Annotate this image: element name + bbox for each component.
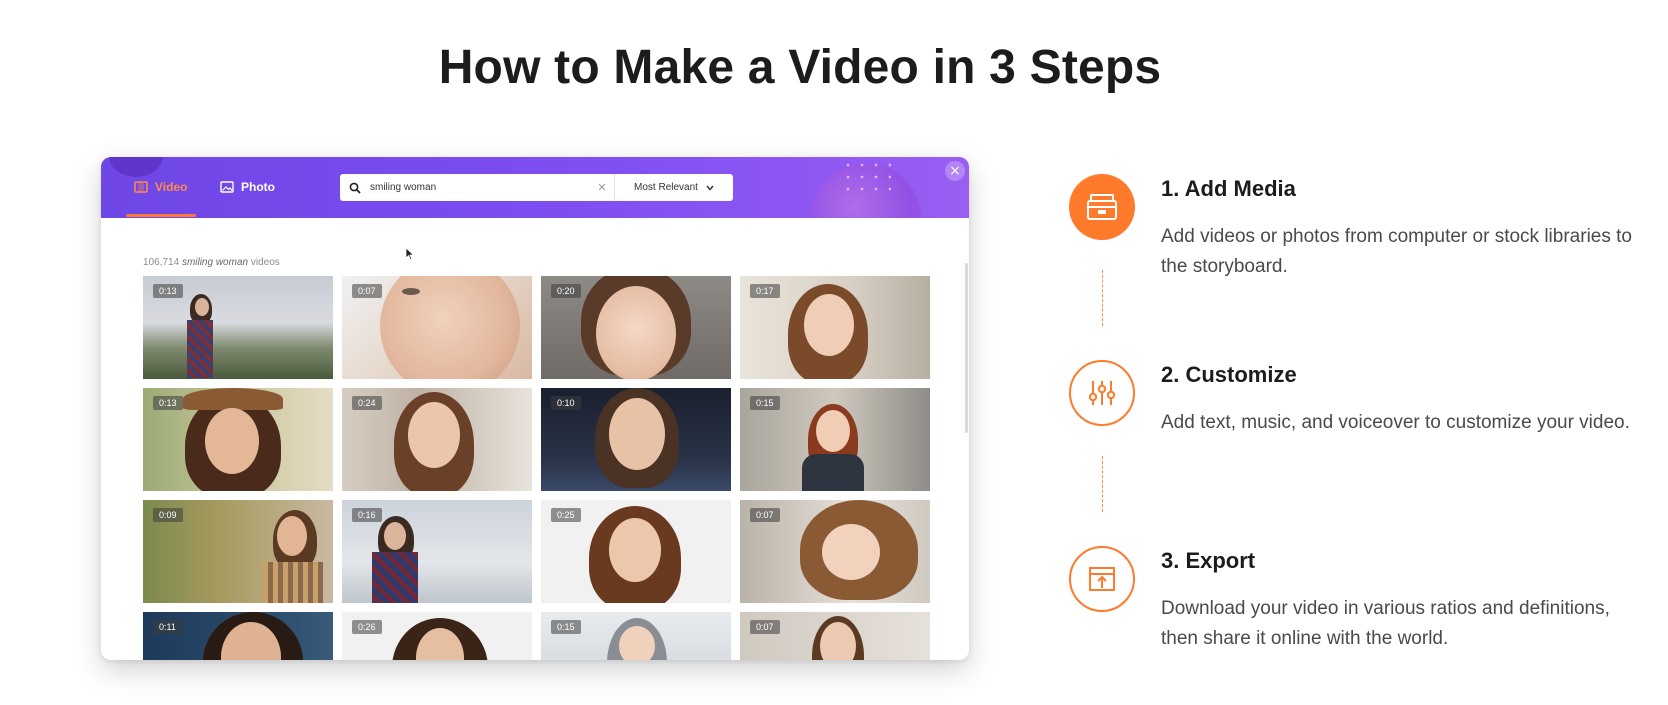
step-description: Add videos or photos from computer or st… [1161, 226, 1632, 277]
clear-search-icon[interactable]: ✕ [590, 181, 614, 194]
results-number: 106,714 [143, 257, 180, 268]
video-duration: 0:07 [750, 620, 780, 634]
video-thumbnail[interactable]: 0:20 [541, 276, 731, 379]
search-bar: smiling woman ✕ Most Relevant [340, 174, 733, 201]
app-preview-window: Video Photo smiling woman ✕ Most Relevan… [101, 157, 969, 660]
video-thumbnail[interactable]: 0:07 [740, 612, 930, 660]
video-duration: 0:07 [352, 284, 382, 298]
app-header: Video Photo smiling woman ✕ Most Relevan… [101, 157, 969, 218]
sort-label: Most Relevant [634, 182, 698, 193]
image-icon [220, 181, 234, 193]
tab-label: Photo [241, 180, 275, 194]
video-thumbnail[interactable]: 0:09 [143, 500, 333, 603]
video-duration: 0:13 [153, 396, 183, 410]
step-2-icon-badge [1069, 360, 1135, 426]
video-duration: 0:20 [551, 284, 581, 298]
step-connector [1102, 456, 1103, 512]
video-duration: 0:11 [153, 620, 182, 634]
video-thumbnail[interactable]: 0:15 [541, 612, 731, 660]
step-1-icon-badge [1069, 174, 1135, 240]
sliders-icon [1088, 381, 1116, 405]
video-duration: 0:13 [153, 284, 183, 298]
video-thumbnail[interactable]: 0:13 [143, 388, 333, 491]
page-title: How to Make a Video in 3 Steps [438, 41, 1162, 94]
video-duration: 0:07 [750, 508, 780, 522]
video-thumbnail[interactable]: 0:16 [342, 500, 532, 603]
step-connector [1102, 270, 1103, 326]
step-description: Download your video in various ratios an… [1161, 598, 1610, 649]
video-duration: 0:15 [551, 620, 581, 634]
export-icon [1089, 567, 1115, 591]
media-box-icon [1087, 194, 1117, 220]
tab-video[interactable]: Video [134, 177, 187, 197]
step-description: Add text, music, and voiceover to custom… [1161, 412, 1630, 433]
results-suffix: videos [250, 257, 280, 268]
video-thumbnail[interactable]: 0:07 [740, 500, 930, 603]
video-duration: 0:24 [352, 396, 382, 410]
video-duration: 0:16 [352, 508, 382, 522]
header-dots-decoration [841, 159, 891, 199]
video-duration: 0:26 [352, 620, 382, 634]
video-thumbnail[interactable]: 0:25 [541, 500, 731, 603]
video-thumbnail[interactable]: 0:26 [342, 612, 532, 660]
video-duration: 0:17 [750, 284, 780, 298]
scrollbar[interactable] [965, 263, 968, 433]
results-query: smiling woman [181, 257, 249, 268]
step-title: 2. Customize [1161, 362, 1297, 387]
video-thumbnail[interactable]: 0:15 [740, 388, 930, 491]
results-count: 106,714 smiling woman videos [143, 257, 280, 268]
tab-label: Video [155, 180, 188, 194]
step-3-icon-badge [1069, 546, 1135, 612]
chevron-down-icon [706, 185, 714, 191]
video-duration: 0:25 [551, 508, 581, 522]
film-icon [134, 181, 148, 193]
search-icon[interactable] [340, 182, 370, 194]
video-thumbnail[interactable]: 0:07 [342, 276, 532, 379]
active-tab-indicator [126, 214, 196, 217]
video-thumbnail[interactable]: 0:13 [143, 276, 333, 379]
search-input[interactable]: smiling woman [370, 182, 590, 193]
tab-photo[interactable]: Photo [220, 177, 275, 197]
mouse-cursor-icon [405, 247, 415, 261]
sort-dropdown[interactable]: Most Relevant [615, 182, 733, 193]
video-thumbnail[interactable]: 0:24 [342, 388, 532, 491]
video-duration: 0:10 [551, 396, 581, 410]
close-icon[interactable]: × [945, 161, 965, 181]
video-duration: 0:09 [153, 508, 183, 522]
step-title: 3. Export [1161, 548, 1256, 573]
video-thumbnail[interactable]: 0:10 [541, 388, 731, 491]
video-thumbnail[interactable]: 0:17 [740, 276, 930, 379]
video-duration: 0:15 [750, 396, 780, 410]
header-decoration [109, 157, 163, 177]
video-thumbnail[interactable]: 0:11 [143, 612, 333, 660]
video-results-grid: 0:13 0:07 0:20 0:17 0:13 0:24 0:10 0:15 … [143, 276, 930, 660]
step-title: 1. Add Media [1161, 176, 1296, 201]
